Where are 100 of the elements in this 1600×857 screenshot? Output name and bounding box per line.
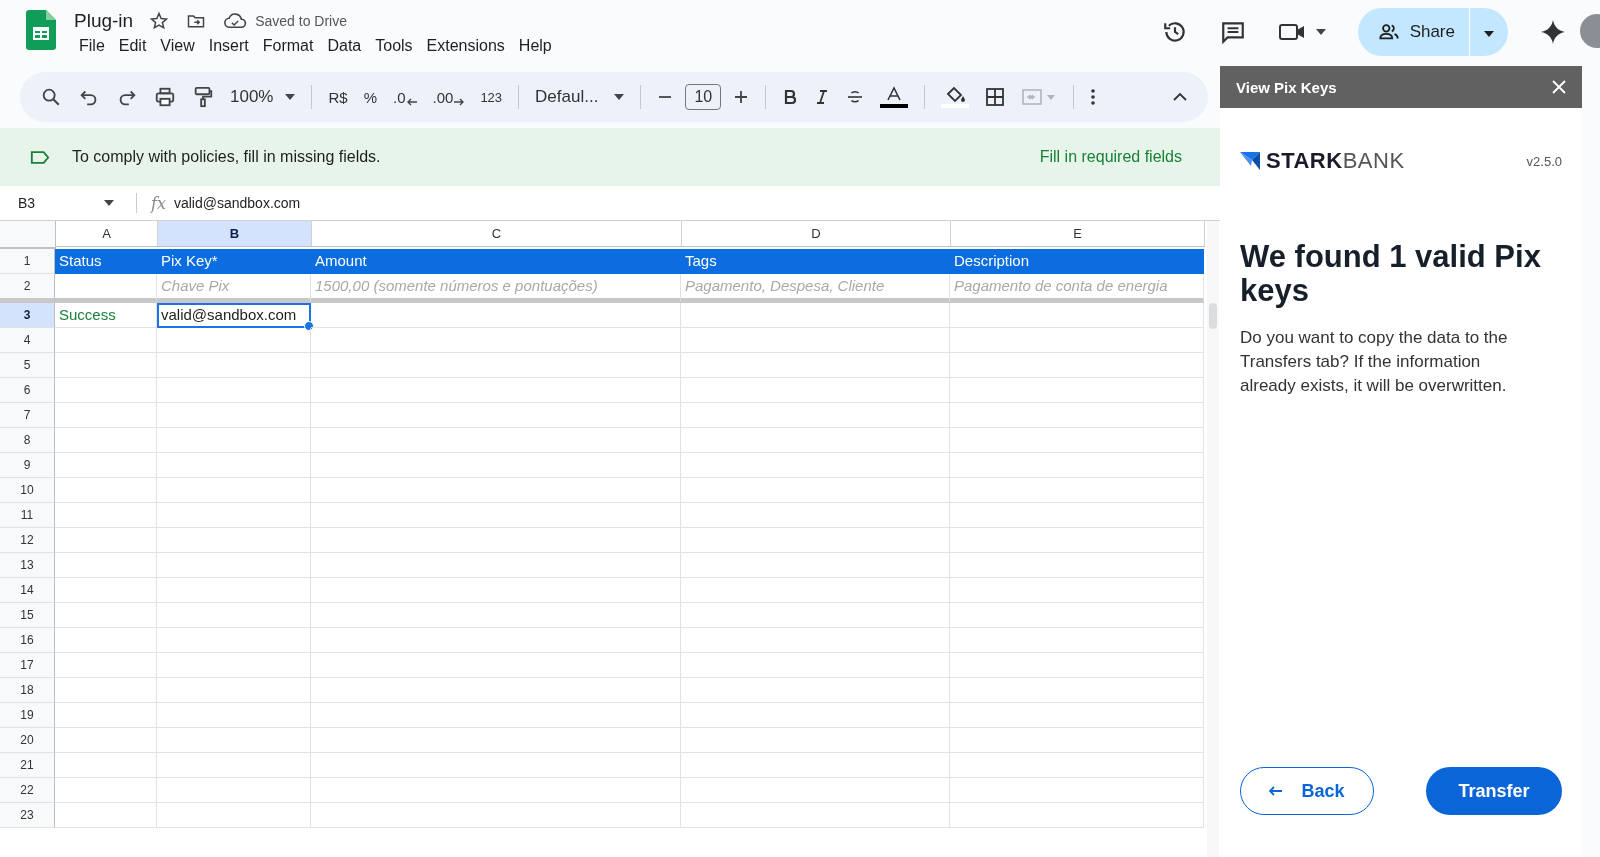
notice-message: To comply with policies, fill in missing fields. — [72, 148, 381, 166]
caret-icon — [285, 94, 296, 100]
arrow-right-icon — [454, 97, 465, 106]
row-header[interactable]: 10 — [0, 478, 55, 503]
brand-name: STARKBANK — [1266, 148, 1405, 174]
row-header[interactable]: 3 — [0, 303, 55, 328]
table-cell: Pagamento de conta de energia — [950, 274, 1204, 303]
print-icon[interactable] — [154, 86, 176, 108]
column-header[interactable]: D — [682, 221, 951, 247]
menu-item[interactable]: Edit — [111, 34, 154, 57]
more-options-icon[interactable] — [1090, 87, 1097, 107]
row-header[interactable]: 13 — [0, 553, 55, 578]
panel-title: View Pix Keys — [1236, 78, 1337, 96]
menu-item[interactable]: Data — [320, 34, 369, 57]
caret-icon — [614, 94, 625, 100]
row-header[interactable]: 17 — [0, 653, 55, 678]
row-header[interactable]: 11 — [0, 503, 55, 528]
cell-reference-box[interactable]: B3 — [0, 195, 126, 211]
table-cell: Tags — [681, 249, 950, 274]
comment-icon[interactable] — [1219, 19, 1246, 45]
row-header[interactable]: 6 — [0, 378, 55, 403]
table-cell: Amount — [311, 249, 681, 274]
row-header[interactable]: 15 — [0, 603, 55, 628]
cloud-check-icon[interactable] — [223, 11, 248, 30]
table-cell: Status — [55, 249, 157, 274]
percent-format-button[interactable]: % — [363, 88, 377, 106]
label-icon — [30, 149, 50, 165]
menu-item[interactable]: Extensions — [419, 34, 512, 57]
row-header[interactable]: 16 — [0, 628, 55, 653]
row-header[interactable]: 5 — [0, 353, 55, 378]
row-header[interactable]: 18 — [0, 678, 55, 703]
bold-icon[interactable] — [782, 89, 799, 105]
caret-icon — [1484, 30, 1494, 37]
table-cell: 1500,00 (somente números e pontuações) — [311, 274, 681, 303]
fill-required-fields-link[interactable]: Fill in required fields — [1039, 148, 1182, 166]
table-cell: valid@sandbox.com — [157, 303, 311, 328]
arrow-left-icon — [406, 97, 417, 106]
table-cell: Success — [55, 303, 157, 328]
menu-item[interactable]: View — [153, 34, 202, 57]
row-header[interactable]: 4 — [0, 328, 55, 353]
menu-item[interactable]: File — [72, 34, 112, 57]
row-header[interactable]: 8 — [0, 428, 55, 453]
version-label: v2.5.0 — [1526, 153, 1562, 169]
video-camera-icon[interactable] — [1277, 21, 1306, 43]
paint-format-icon[interactable] — [192, 86, 214, 108]
row-header[interactable]: 12 — [0, 528, 55, 553]
row-header[interactable]: 22 — [0, 778, 55, 803]
row-header[interactable]: 1 — [0, 249, 55, 274]
history-icon[interactable] — [1161, 19, 1188, 45]
merge-cells-icon — [1021, 87, 1058, 107]
borders-icon[interactable] — [985, 87, 1006, 107]
number-format-button[interactable]: 123 — [480, 89, 503, 105]
panel-heading: We found 1 valid Pix keys — [1240, 240, 1542, 308]
function-label: fx — [151, 193, 166, 213]
row-header[interactable]: 2 — [0, 274, 55, 303]
close-icon[interactable] — [1552, 80, 1566, 94]
fill-color-icon[interactable] — [941, 86, 970, 108]
vertical-scrollbar[interactable] — [1207, 221, 1219, 857]
sparkle-icon[interactable] — [1540, 19, 1566, 45]
decrease-decimals-button[interactable]: .0 — [393, 88, 417, 106]
document-title[interactable]: Plug-in — [74, 9, 134, 32]
menu-item[interactable]: Insert — [201, 34, 256, 57]
font-dropdown[interactable]: Defaul... — [535, 87, 625, 107]
currency-format-button[interactable]: R$ — [328, 88, 348, 106]
spreadsheet-logo-icon[interactable] — [26, 10, 56, 50]
search-icon[interactable] — [40, 86, 62, 108]
table-cell: Description — [950, 249, 1204, 274]
column-header[interactable]: A — [56, 221, 158, 247]
menu-item[interactable]: Format — [255, 34, 321, 57]
column-header[interactable]: C — [312, 221, 682, 247]
plus-icon[interactable] — [733, 89, 750, 105]
star-icon[interactable] — [149, 10, 170, 31]
increase-decimals-button[interactable]: .00 — [432, 88, 465, 106]
row-header[interactable]: 14 — [0, 578, 55, 603]
back-button[interactable]: Back — [1240, 767, 1374, 815]
table-cell: Chave Pix — [157, 274, 311, 303]
menu-item[interactable]: Tools — [368, 34, 420, 57]
table-cell: Pix Key* — [157, 249, 311, 274]
arrow-left-icon — [1269, 786, 1284, 796]
row-header[interactable]: 9 — [0, 453, 55, 478]
column-header[interactable]: B — [158, 221, 312, 247]
caret-icon[interactable] — [1315, 29, 1326, 35]
row-header[interactable]: 7 — [0, 403, 55, 428]
panel-description: Do you want to copy the data to the Transfers tab? If the information already exists, it will be overwritten. — [1240, 327, 1509, 397]
formula-input[interactable]: valid@sandbox.com — [173, 195, 301, 211]
fill-handle[interactable] — [304, 321, 314, 331]
row-header[interactable]: 19 — [0, 703, 55, 728]
collapse-icon[interactable] — [1172, 92, 1188, 102]
stark-bank-logo-icon — [1240, 152, 1260, 170]
save-status: Saved to Drive — [255, 12, 347, 29]
share-button[interactable]: Share — [1357, 8, 1469, 56]
column-header[interactable]: E — [951, 221, 1205, 247]
zoom-dropdown[interactable]: 100% — [230, 87, 296, 107]
row-header[interactable]: 21 — [0, 753, 55, 778]
menu-item[interactable]: Help — [511, 34, 559, 57]
font-size-field[interactable]: 10 — [685, 84, 722, 110]
transfer-button[interactable]: Transfer — [1426, 767, 1562, 815]
row-header[interactable]: 20 — [0, 728, 55, 753]
text-color-icon[interactable] — [880, 86, 909, 108]
row-header[interactable]: 23 — [0, 803, 55, 828]
